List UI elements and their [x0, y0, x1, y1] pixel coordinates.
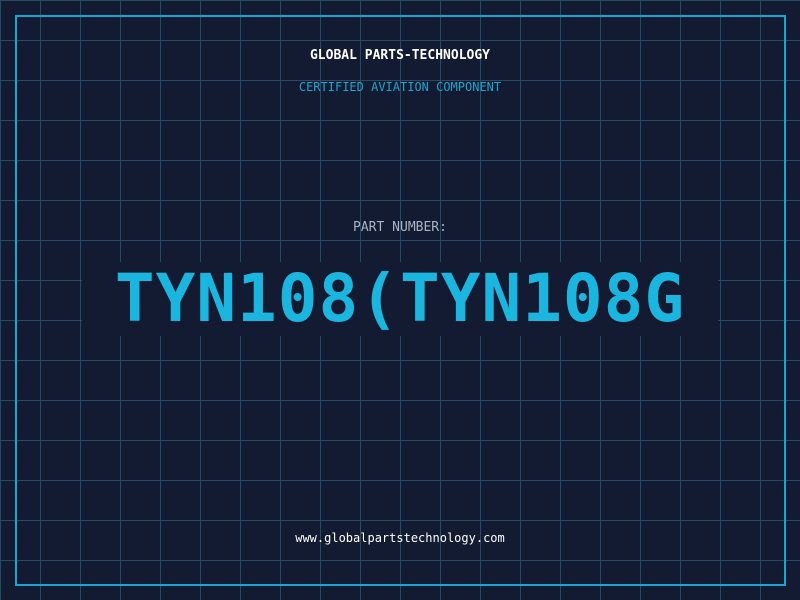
part-number-label: PART NUMBER:	[353, 220, 447, 235]
certification-tagline: CERTIFIED AVIATION COMPONENT	[298, 80, 502, 94]
part-card: { "header": { "company": "GLOBAL PARTS-T…	[0, 0, 800, 600]
website-url: www.globalpartstechnology.com	[295, 531, 505, 545]
company-name: GLOBAL PARTS-TECHNOLOGY	[309, 48, 490, 63]
part-number-value: TYN108(TYN108G	[114, 260, 686, 337]
